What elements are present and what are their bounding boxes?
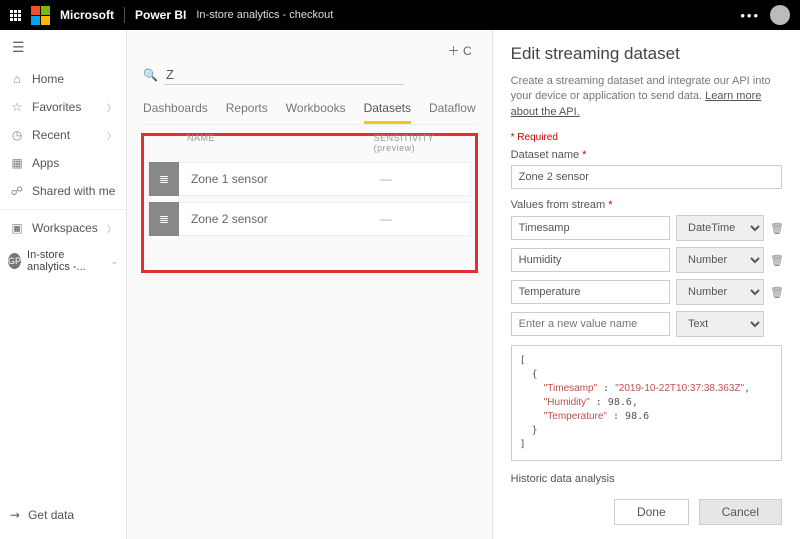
- tab-reports[interactable]: Reports: [226, 101, 268, 124]
- field-type-select[interactable]: Number: [676, 247, 764, 273]
- brand-label: Microsoft: [60, 8, 114, 22]
- dataset-icon: ≣: [149, 202, 179, 236]
- dataset-icon: ≣: [149, 162, 179, 196]
- dataset-row[interactable]: ≣ Zone 1 sensor —: [148, 162, 471, 196]
- new-field-name-input[interactable]: [511, 312, 670, 336]
- search-bar: 🔍: [141, 61, 478, 95]
- cancel-button[interactable]: Cancel: [699, 499, 782, 525]
- clock-icon: ◷: [10, 128, 24, 142]
- stream-field-row: DateTime 🗑: [511, 215, 782, 241]
- home-icon: ⌂: [10, 72, 24, 86]
- field-name-input[interactable]: [511, 216, 670, 240]
- more-options-icon[interactable]: •••: [740, 8, 760, 23]
- dataset-sensitivity: —: [380, 212, 470, 226]
- nav-recent-label: Recent: [32, 128, 70, 142]
- nav-workspaces-label: Workspaces: [32, 221, 98, 235]
- chevron-down-icon: ⌄: [110, 256, 118, 267]
- nav-shared[interactable]: ☍ Shared with me: [0, 177, 126, 205]
- delete-field-icon[interactable]: 🗑: [770, 286, 782, 299]
- tab-datasets[interactable]: Datasets: [364, 101, 411, 124]
- chevron-right-icon: 〉: [107, 101, 116, 114]
- shared-icon: ☍: [10, 184, 24, 198]
- search-input[interactable]: [164, 65, 404, 85]
- field-name-input[interactable]: [511, 248, 670, 272]
- dataset-sensitivity: —: [380, 172, 470, 186]
- user-avatar[interactable]: [770, 5, 790, 25]
- dataset-list-highlight: ≣ Zone 1 sensor — ≣ Zone 2 sensor —: [141, 133, 478, 273]
- field-name-input[interactable]: [511, 280, 670, 304]
- get-data-label: Get data: [28, 508, 74, 522]
- add-button[interactable]: ＋ C: [448, 42, 472, 59]
- delete-field-icon[interactable]: 🗑: [770, 254, 782, 267]
- stream-field-row: Number 🗑: [511, 279, 782, 305]
- col-sensitivity: SENSITIVITY (preview): [374, 133, 474, 153]
- workspace-avatar-icon: GP: [8, 253, 21, 269]
- stream-field-row: Number 🗑: [511, 247, 782, 273]
- stream-field-row-new: Text 🗑: [511, 311, 782, 337]
- nav-apps-label: Apps: [32, 156, 59, 170]
- historic-analysis-label: Historic data analysis: [511, 473, 782, 485]
- search-icon: 🔍: [143, 68, 158, 82]
- current-workspace[interactable]: GP In-store analytics -... ⌄: [0, 242, 126, 280]
- col-name: NAME: [187, 133, 374, 153]
- get-data-icon: ↗: [7, 506, 24, 523]
- nav-recent[interactable]: ◷ Recent 〉: [0, 121, 126, 149]
- product-label: Power BI: [135, 8, 186, 22]
- payload-preview: [ { "Timesamp" : "2019-10-22T10:37:38.36…: [511, 345, 782, 461]
- dataset-name: Zone 2 sensor: [191, 212, 380, 226]
- panel-title: Edit streaming dataset: [511, 44, 782, 64]
- field-type-select[interactable]: DateTime: [676, 215, 764, 241]
- tab-workbooks[interactable]: Workbooks: [286, 101, 346, 124]
- panel-footer: Done Cancel: [493, 489, 800, 539]
- current-workspace-label: In-store analytics -...: [27, 249, 104, 273]
- apps-icon: ▦: [10, 156, 24, 170]
- nav-apps[interactable]: ▦ Apps: [0, 149, 126, 177]
- nav-favorites-label: Favorites: [32, 100, 81, 114]
- panel-description: Create a streaming dataset and integrate…: [511, 74, 782, 120]
- edit-streaming-dataset-panel: Edit streaming dataset Create a streamin…: [492, 30, 800, 539]
- get-data-button[interactable]: ↗ Get data: [0, 501, 126, 529]
- hamburger-icon[interactable]: ☰: [0, 30, 126, 65]
- nav-shared-label: Shared with me: [32, 184, 115, 198]
- content-area: ＋ C 🔍 Dashboards Reports Workbooks Datas…: [127, 30, 492, 539]
- dataset-name: Zone 1 sensor: [191, 172, 380, 186]
- star-icon: ☆: [10, 100, 24, 114]
- sidebar: ☰ ⌂ Home ☆ Favorites 〉 ◷ Recent 〉 ▦ Apps ☍ Shar…: [0, 30, 127, 539]
- workspace-title: In-store analytics - checkout: [196, 9, 333, 21]
- nav-workspaces[interactable]: ▣ Workspaces 〉: [0, 214, 126, 242]
- top-bar: Microsoft Power BI In-store analytics - …: [0, 0, 800, 30]
- nav-home[interactable]: ⌂ Home: [0, 65, 126, 93]
- field-type-select[interactable]: Number: [676, 279, 764, 305]
- nav-home-label: Home: [32, 72, 64, 86]
- tab-dataflows[interactable]: Dataflow: [429, 101, 476, 124]
- workspaces-icon: ▣: [10, 221, 24, 235]
- chevron-right-icon: 〉: [107, 222, 116, 235]
- dataset-name-label: Dataset name: [511, 149, 782, 161]
- tab-dashboards[interactable]: Dashboards: [143, 101, 208, 124]
- dataset-name-input[interactable]: [511, 165, 782, 189]
- new-field-type-select[interactable]: Text: [676, 311, 764, 337]
- nav-favorites[interactable]: ☆ Favorites 〉: [0, 93, 126, 121]
- add-label: C: [463, 44, 472, 58]
- chevron-right-icon: 〉: [107, 129, 116, 142]
- values-from-stream-label: Values from stream: [511, 199, 782, 211]
- delete-field-icon[interactable]: 🗑: [770, 222, 782, 235]
- content-tabs: Dashboards Reports Workbooks Datasets Da…: [141, 95, 478, 125]
- dataset-row[interactable]: ≣ Zone 2 sensor —: [148, 202, 471, 236]
- topbar-divider: [124, 7, 125, 23]
- required-note: * Required: [511, 132, 782, 143]
- app-launcher-icon[interactable]: [10, 10, 21, 21]
- microsoft-logo-icon: [31, 6, 50, 25]
- done-button[interactable]: Done: [614, 499, 689, 525]
